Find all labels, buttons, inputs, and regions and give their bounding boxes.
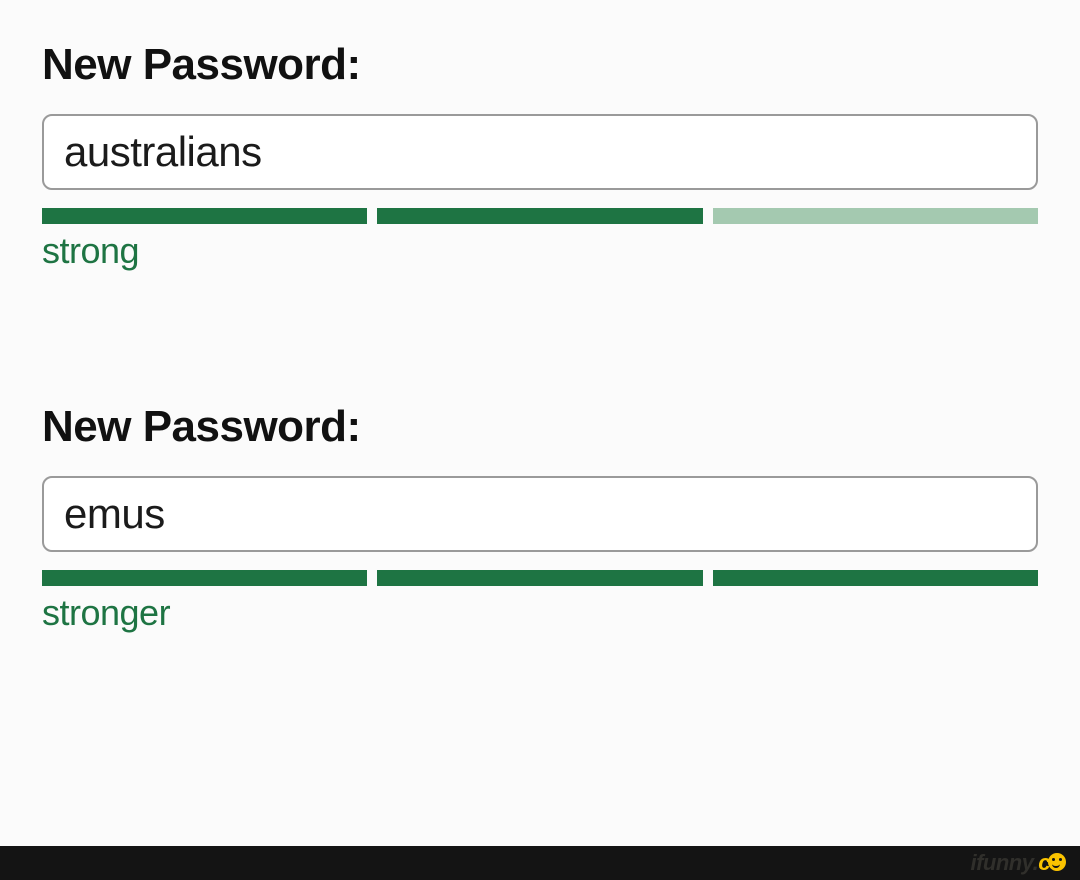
password-label: New Password:: [42, 402, 1038, 452]
password-label: New Password:: [42, 40, 1038, 90]
watermark-text: ifunny.c: [970, 850, 1066, 876]
password-field-2: New Password: stronger: [42, 402, 1038, 634]
strength-bar-1: [42, 208, 367, 224]
strength-bar-3: [713, 570, 1038, 586]
password-field-1: New Password: strong: [42, 40, 1038, 272]
strength-bar-1: [42, 570, 367, 586]
strength-meter: [42, 208, 1038, 224]
strength-bar-2: [377, 570, 702, 586]
password-input[interactable]: [64, 490, 1016, 538]
strength-label: strong: [42, 230, 1038, 272]
watermark-footer: ifunny.c: [0, 846, 1080, 880]
password-input-box[interactable]: [42, 476, 1038, 552]
strength-bar-3: [713, 208, 1038, 224]
smiley-icon: [1048, 853, 1066, 871]
strength-bar-2: [377, 208, 702, 224]
strength-label: stronger: [42, 592, 1038, 634]
password-input-box[interactable]: [42, 114, 1038, 190]
password-input[interactable]: [64, 128, 1016, 176]
strength-meter: [42, 570, 1038, 586]
watermark-prefix: ifunny.: [970, 850, 1038, 875]
